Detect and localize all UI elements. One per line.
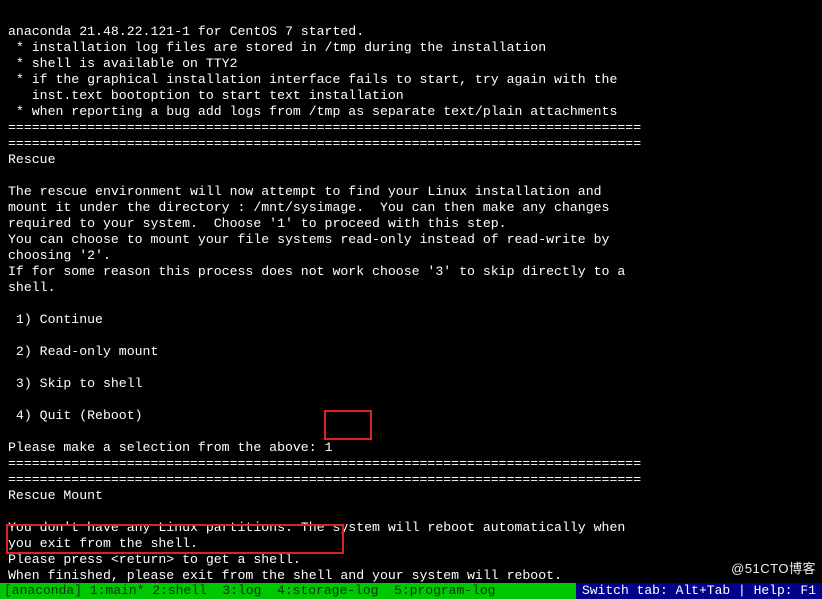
status-bar-right: Switch tab: Alt+Tab | Help: F1 bbox=[576, 583, 822, 599]
blank-line bbox=[8, 424, 16, 439]
blank-line bbox=[8, 296, 16, 311]
header-bullet: * if the graphical installation interfac… bbox=[8, 72, 617, 87]
mount-text: When finished, please exit from the shel… bbox=[8, 568, 562, 583]
rescue-text: shell. bbox=[8, 280, 55, 295]
selection-prompt-text: Please make a selection from the above: bbox=[8, 440, 325, 455]
mount-text: you exit from the shell. bbox=[8, 536, 198, 551]
status-bar: [anaconda] 1:main* 2:shell 3:log 4:stora… bbox=[0, 583, 822, 599]
menu-option[interactable]: 4) Quit (Reboot) bbox=[8, 408, 143, 423]
blank-line bbox=[8, 504, 16, 519]
rescue-text: The rescue environment will now attempt … bbox=[8, 184, 602, 199]
menu-option[interactable]: 2) Read-only mount bbox=[8, 344, 158, 359]
header-bullet: inst.text bootoption to start text insta… bbox=[8, 88, 404, 103]
blank-line bbox=[8, 168, 16, 183]
mount-text: You don't have any Linux partitions. The… bbox=[8, 520, 625, 535]
input-highlight-box bbox=[324, 410, 372, 440]
header-bullet: * when reporting a bug add logs from /tm… bbox=[8, 104, 617, 119]
menu-option[interactable]: 1) Continue bbox=[8, 312, 103, 327]
rescue-text: choosing '2'. bbox=[8, 248, 111, 263]
header-line: anaconda 21.48.22.121-1 for CentOS 7 sta… bbox=[8, 24, 364, 39]
menu-option[interactable]: 3) Skip to shell bbox=[8, 376, 143, 391]
header-bullet: * shell is available on TTY2 bbox=[8, 56, 238, 71]
status-bar-left: [anaconda] 1:main* 2:shell 3:log 4:stora… bbox=[0, 583, 576, 599]
section-title: Rescue Mount bbox=[8, 488, 103, 503]
watermark: @51CTO博客 bbox=[731, 561, 816, 577]
blank-line bbox=[8, 392, 16, 407]
blank-line bbox=[8, 328, 16, 343]
rescue-text: You can choose to mount your file system… bbox=[8, 232, 609, 247]
press-return-line[interactable]: Please press <return> to get a shell. bbox=[8, 552, 301, 567]
rescue-text: If for some reason this process does not… bbox=[8, 264, 625, 279]
blank-line bbox=[8, 360, 16, 375]
section-title: Rescue bbox=[8, 152, 55, 167]
selection-prompt-line: Please make a selection from the above: bbox=[8, 440, 340, 455]
rescue-text: mount it under the directory : /mnt/sysi… bbox=[8, 200, 609, 215]
rescue-text: required to your system. Choose '1' to p… bbox=[8, 216, 507, 231]
header-bullet: * installation log files are stored in /… bbox=[8, 40, 546, 55]
divider: ========================================… bbox=[8, 120, 641, 151]
divider: ========================================… bbox=[8, 456, 641, 487]
selection-input[interactable] bbox=[325, 440, 341, 456]
terminal-screen: anaconda 21.48.22.121-1 for CentOS 7 sta… bbox=[0, 0, 822, 599]
